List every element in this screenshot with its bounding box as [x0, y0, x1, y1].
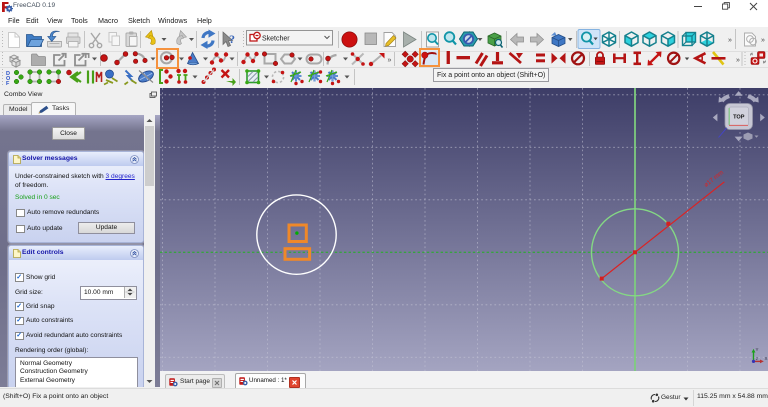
svg-text:?: ?: [229, 32, 235, 46]
svg-text:Sketcher: Sketcher: [262, 36, 290, 43]
svg-text:»: »: [388, 57, 392, 64]
svg-text:»: »: [728, 37, 732, 44]
svg-text:»: »: [736, 57, 740, 64]
svg-text:X: X: [765, 356, 768, 361]
svg-text:»: »: [761, 37, 765, 44]
svg-text:Y: Y: [756, 347, 759, 352]
svg-text:TOP: TOP: [733, 115, 745, 121]
